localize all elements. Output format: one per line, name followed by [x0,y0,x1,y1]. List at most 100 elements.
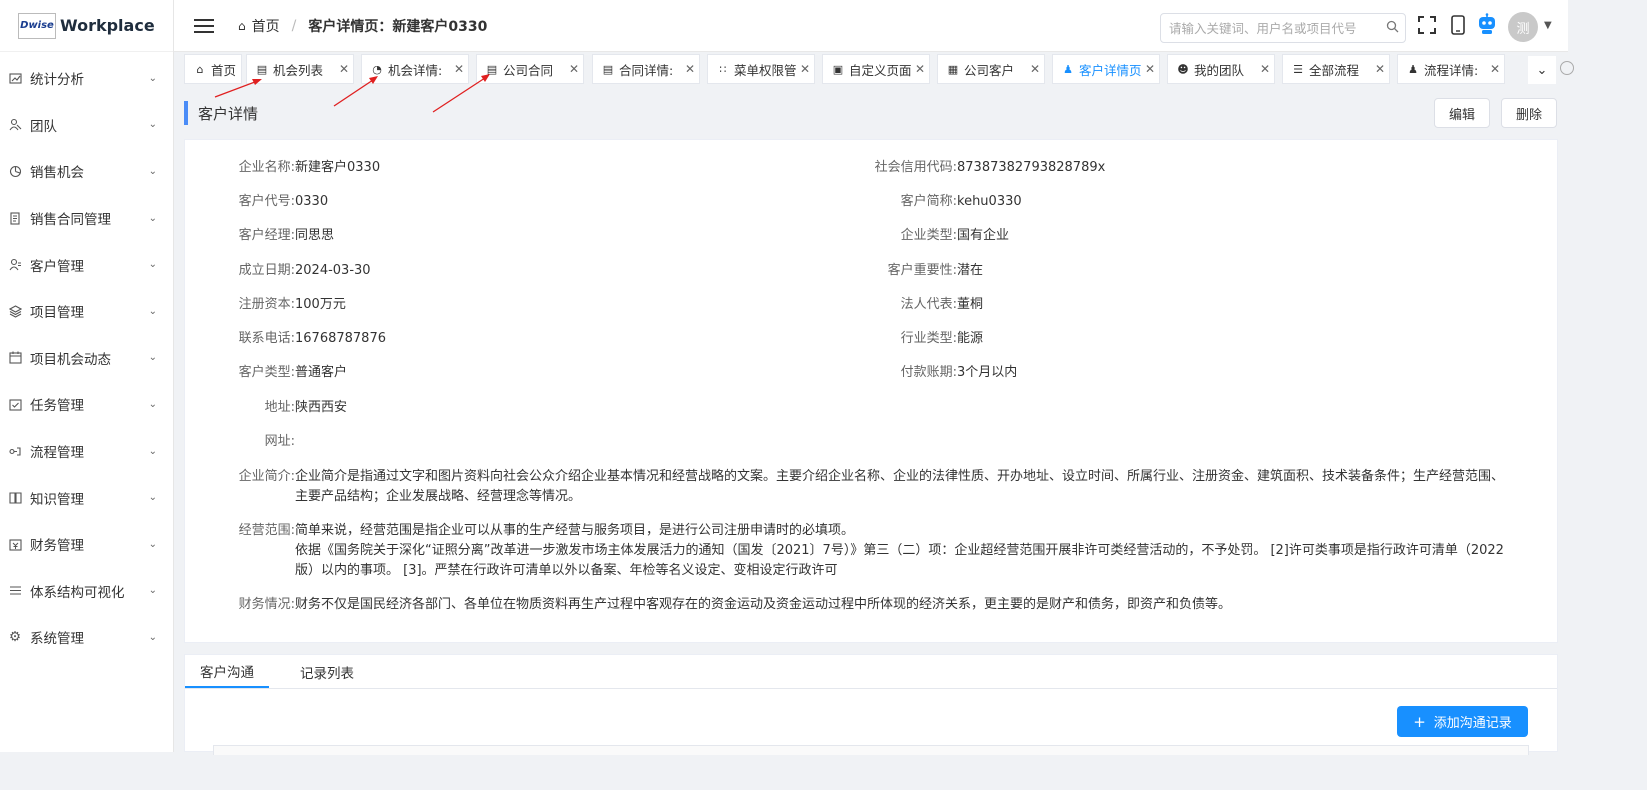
sidebar-item-architecture[interactable]: 体系结构可视化 ⌄ [0,568,173,615]
sidebar-item-stats[interactable]: 统计分析 ⌄ [0,55,173,102]
close-icon[interactable]: ✕ [1371,62,1389,76]
page-title: 客户详情 [198,104,259,123]
field-label: 行业类型: [900,331,957,346]
sidebar-item-process[interactable]: 流程管理 ⌄ [0,428,173,475]
close-icon[interactable]: ✕ [796,62,814,76]
field-label: 客户代号: [238,194,295,209]
doc-icon: ▤ [602,62,614,76]
sidebar-item-customers[interactable]: 客户管理 ⌄ [0,241,173,288]
tab-opportunity-list[interactable]: ▤ 机会列表 ✕ [246,54,354,84]
close-icon[interactable]: ✕ [1026,62,1044,76]
search-input[interactable] [1169,20,1379,36]
caret-down-icon[interactable]: ▼ [1544,20,1552,31]
chevron-down-icon: ⌄ [148,165,157,177]
chevron-down-icon[interactable]: ⌄ [1528,56,1556,84]
logo-text: Workplace [60,16,155,35]
mobile-icon[interactable] [1451,15,1465,39]
sidebar-item-team[interactable]: 团队 ⌄ [0,102,173,149]
chevron-down-icon: ⌄ [148,212,157,224]
add-communication-button[interactable]: + 添加沟通记录 [1397,706,1528,737]
robot-icon[interactable] [1477,13,1497,39]
circle-icon[interactable] [1560,61,1574,75]
doc-icon: ▤ [486,62,498,76]
field-value: 87387382793828789x [957,160,1106,175]
menu-toggle-icon[interactable] [194,15,214,37]
close-icon[interactable]: ✕ [1486,62,1504,76]
tab-custom-page[interactable]: ▣ 自定义页面 ✕ [822,54,930,84]
chevron-down-icon: ⌄ [148,585,157,597]
field-value: 普通客户 [295,365,348,380]
field-row: 客户代号: 0330 [193,192,328,212]
intro-row: 企业简介: 企业简介是指通过文字和图片资料向社会公众介绍企业基本情况和经营战略的… [193,467,1553,507]
field-value: 潜在 [957,263,984,278]
sidebar-item-project-dynamics[interactable]: 项目机会动态 ⌄ [0,335,173,382]
sidebar-item-system[interactable]: ⚙ 系统管理 ⌄ [0,614,173,661]
sidebar: Dwise Workplace 统计分析 ⌄ 团队 ⌄ 销售机会 ⌄ 销售合同管… [0,0,174,752]
sidebar-item-tasks[interactable]: 任务管理 ⌄ [0,381,173,428]
chevron-down-icon: ⌄ [148,72,157,84]
close-icon[interactable]: ✕ [681,62,699,76]
field-row: 成立日期: 2024-03-30 [193,261,371,281]
field-value: 陕西西安 [295,400,348,415]
avatar[interactable]: 测 [1508,12,1538,42]
sidebar-item-projects[interactable]: 项目管理 ⌄ [0,288,173,335]
breadcrumb-separator: / [291,17,297,34]
finance-icon [8,537,22,551]
calendar-icon [8,351,22,365]
close-icon[interactable]: ✕ [1141,62,1159,76]
tab-customer-communication[interactable]: 客户沟通 [185,655,269,688]
close-icon[interactable]: ✕ [565,62,583,76]
field-label: 网址: [264,434,295,449]
finance-row: 财务情况: 财务不仅是国民经济各部门、各单位在物质资料再生产过程中客观存在的资金… [193,595,1553,615]
chevron-down-icon: ⌄ [148,259,157,271]
field-value: 100万元 [295,297,346,312]
search-icon[interactable] [1379,20,1405,37]
tab-record-list[interactable]: 记录列表 [285,655,369,688]
tab-label: 客户详情页 [1079,62,1141,78]
sidebar-item-contracts[interactable]: 销售合同管理 ⌄ [0,195,173,242]
sidebar-item-label: 系统管理 [30,631,84,648]
close-icon[interactable]: ✕ [911,62,929,76]
delete-button[interactable]: 删除 [1501,98,1558,128]
close-icon[interactable]: ✕ [1256,62,1274,76]
tab-contract-detail[interactable]: ▤ 合同详情: ✕ [592,54,700,84]
grid-icon: ∷ [719,62,727,76]
field-row: 客户经理: 同思思 [193,226,334,246]
tab-menu-permissions[interactable]: ∷ 菜单权限管理 ✕ [707,54,815,84]
tab-customer-detail[interactable]: ♟ 客户详情页 ✕ [1052,54,1160,84]
sidebar-item-opportunity[interactable]: 销售机会 ⌄ [0,148,173,195]
tab-label: 机会详情: [388,62,443,78]
list-icon [8,584,22,598]
field-row: 客户重要性: 潜在 [857,261,983,281]
field-row: 法人代表: 董桐 [857,295,983,315]
record-panel [213,745,1529,755]
field-label: 企业类型: [900,228,957,243]
tab-home[interactable]: ⌂ 首页 [184,54,242,84]
chevron-down-icon: ⌄ [148,445,157,457]
sidebar-item-label: 团队 [30,118,57,135]
tab-my-team[interactable]: ☻ 我的团队 ✕ [1167,54,1275,84]
sidebar-item-label: 流程管理 [30,445,84,462]
tab-process-detail[interactable]: ♟ 流程详情: ✕ [1397,54,1505,84]
sidebar-menu: 统计分析 ⌄ 团队 ⌄ 销售机会 ⌄ 销售合同管理 ⌄ 客户管理 ⌄ 项目管理 … [0,52,173,661]
tab-opportunity-detail[interactable]: ◔ 机会详情: ✕ [361,54,469,84]
field-value: 3个月以内 [957,365,1018,380]
chevron-down-icon: ⌄ [148,352,157,364]
chart-icon [8,71,22,85]
home-icon: ⌂ [196,62,204,76]
breadcrumb-home[interactable]: 首页 [252,16,280,36]
close-icon[interactable]: ✕ [335,62,353,76]
tab-company-customers[interactable]: ▦ 公司客户 ✕ [937,54,1045,84]
tab-company-contracts[interactable]: ▤ 公司合同 ✕ [476,54,584,84]
sidebar-item-label: 项目管理 [30,305,84,322]
close-icon[interactable]: ✕ [450,62,468,76]
field-value: 能源 [957,331,984,346]
tab-label: 公司合同 [503,62,554,78]
sidebar-item-knowledge[interactable]: 知识管理 ⌄ [0,474,173,521]
fullscreen-icon[interactable] [1418,16,1436,38]
flow-icon [8,444,22,458]
edit-button[interactable]: 编辑 [1434,98,1491,128]
sidebar-item-finance[interactable]: 财务管理 ⌄ [0,521,173,568]
tab-all-processes[interactable]: ☰ 全部流程 ✕ [1282,54,1390,84]
scope-line: 简单来说，经营范围是指企业可以从事的生产经营与服务项目，是进行公司注册申请时的必… [295,523,855,538]
